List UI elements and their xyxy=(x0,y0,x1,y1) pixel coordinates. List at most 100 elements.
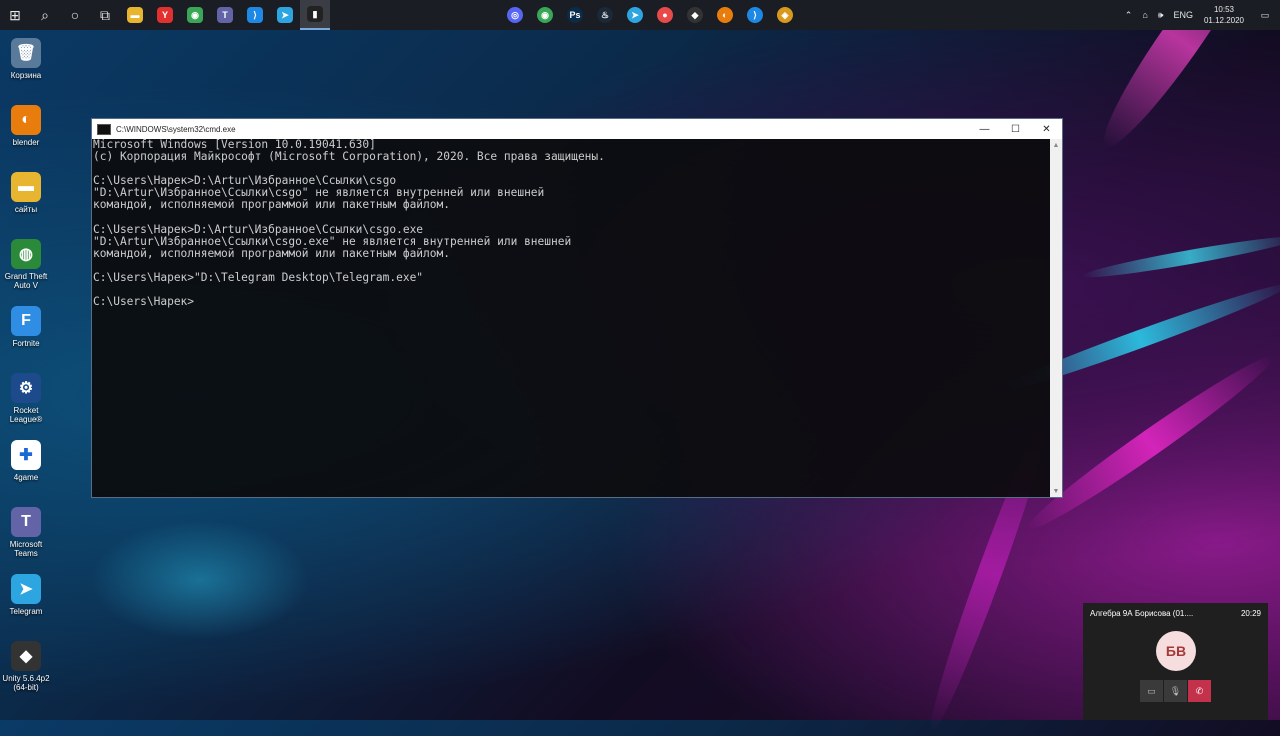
desktop-icon[interactable]: ◐ blender xyxy=(0,103,52,170)
cmd-scrollbar[interactable]: ▲ ▼ xyxy=(1050,139,1062,497)
cmd-window-title: C:\WINDOWS\system32\cmd.exe xyxy=(116,124,236,134)
vscode-app[interactable]: ⟩ xyxy=(240,0,270,30)
call-header: Алгебра 9А Борисова (01.... 20:29 xyxy=(1083,603,1268,618)
search-button-icon: ⌕ xyxy=(41,6,49,23)
console-line: C:\Users\Нарек>D:\Artur\Избранное\Ссылки… xyxy=(93,222,424,236)
cortana-button-icon: ○ xyxy=(70,7,80,23)
desktop-icon-label: 4game xyxy=(13,473,39,482)
desktop-icon-label: Unity 5.6.4p2 (64-bit) xyxy=(2,674,50,692)
desktop-icon[interactable]: 🗑 Корзина xyxy=(0,36,52,103)
desktop-icon-label: blender xyxy=(12,138,40,147)
volume-icon[interactable]: 🕪 xyxy=(1153,10,1169,21)
console-line: C:\Users\Нарек> xyxy=(93,295,195,309)
desktop-icons: 🗑 Корзина ◐ blender ▬ сайты ◍ Grand Theft Auto … xyxy=(0,36,52,706)
desktop-app-icon: 🗑 xyxy=(11,38,41,68)
avatar: БВ xyxy=(1156,631,1196,671)
desktop-icon-label: Fortnite xyxy=(12,339,40,348)
teams-app[interactable]: T xyxy=(210,0,240,30)
scroll-up-icon[interactable]: ▲ xyxy=(1050,139,1062,151)
cmd-window[interactable]: C:\WINDOWS\system32\cmd.exe — ☐ ✕ Micros… xyxy=(91,118,1063,498)
csgo-app[interactable]: ◈ xyxy=(770,0,800,30)
blender-app[interactable]: ◐ xyxy=(710,0,740,30)
blender-app-icon: ◐ xyxy=(717,7,733,23)
chrome-app-icon: ◉ xyxy=(537,7,553,23)
csgo-app-icon: ◈ xyxy=(777,7,793,23)
close-icon[interactable]: ✕ xyxy=(1031,119,1062,139)
desktop-icon-label: Grand Theft Auto V xyxy=(4,272,48,290)
start-button-icon: ⊞ xyxy=(9,6,21,23)
camera-icon[interactable]: ▭ xyxy=(1140,680,1163,702)
lgbt-app-icon: ● xyxy=(657,7,673,23)
hangup-icon[interactable]: ✆ xyxy=(1188,680,1211,702)
wallpaper-splash xyxy=(90,520,310,640)
telegram-app-icon: ➤ xyxy=(277,7,293,23)
desktop-icon[interactable]: ✚ 4game xyxy=(0,438,52,505)
desktop-app-icon: ➤ xyxy=(11,574,41,604)
language-indicator[interactable]: ENG xyxy=(1168,10,1198,20)
console-line: командой, исполняемой программой или пак… xyxy=(93,246,450,260)
cmd-console-output[interactable]: Microsoft Windows [Version 10.0.19041.63… xyxy=(92,139,1050,497)
file-explorer-app-icon: ▬ xyxy=(127,7,143,23)
desktop-icon[interactable]: ◍ Grand Theft Auto V xyxy=(0,237,52,304)
microphone-icon[interactable]: 🎙 xyxy=(1164,680,1187,702)
clock-date: 01.12.2020 xyxy=(1203,16,1244,25)
desktop-app-icon: T xyxy=(11,507,41,537)
scroll-down-icon[interactable]: ▼ xyxy=(1050,485,1062,497)
cmd-app[interactable]: ▮ xyxy=(300,0,330,30)
cmd-titlebar[interactable]: C:\WINDOWS\system32\cmd.exe — ☐ ✕ xyxy=(92,119,1062,139)
desktop-icon[interactable]: ➤ Telegram xyxy=(0,572,52,639)
taskbar: ⊞ ⌕ ○ ⧉ ▬ Y ◉ T ⟩ ➤ ▮ ◎ ◉ Ps ♨ ➤ ● ◆ ◐ ⟩ ◈ ⌃ ⌂ 🕪 ENG 10:53 … xyxy=(0,0,1280,30)
desktop-icon[interactable]: ◆ Unity 5.6.4p2 (64-bit) xyxy=(0,639,52,706)
desktop-icon[interactable]: ⚙ Rocket League® xyxy=(0,371,52,438)
console-line: командой, исполняемой программой или пак… xyxy=(93,198,450,212)
lgbt-app[interactable]: ● xyxy=(650,0,680,30)
cmd-app-icon: ▮ xyxy=(307,6,323,22)
vscode-app[interactable]: ⟩ xyxy=(740,0,770,30)
discord-app-icon: ◎ xyxy=(507,7,523,23)
chrome-app[interactable]: ◉ xyxy=(530,0,560,30)
file-explorer-app[interactable]: ▬ xyxy=(120,0,150,30)
desktop-app-icon: ⚙ xyxy=(11,373,41,403)
chrome-app[interactable]: ◉ xyxy=(180,0,210,30)
call-title: Алгебра 9А Борисова (01.... xyxy=(1090,609,1194,618)
console-line: (c) Корпорация Майкрософт (Microsoft Cor… xyxy=(93,150,605,164)
desktop-icon[interactable]: ▬ сайты xyxy=(0,170,52,237)
start-button[interactable]: ⊞ xyxy=(0,0,30,30)
call-controls: ▭ 🎙 ✆ xyxy=(1140,680,1211,702)
cortana-button[interactable]: ○ xyxy=(60,0,90,30)
notification-center-icon[interactable]: ▭ xyxy=(1250,0,1280,30)
telegram-app[interactable]: ➤ xyxy=(270,0,300,30)
teams-app-icon: T xyxy=(217,7,233,23)
desktop-icon-label: Telegram xyxy=(9,607,43,616)
discord-app[interactable]: ◎ xyxy=(500,0,530,30)
clock[interactable]: 10:53 01.12.2020 xyxy=(1198,4,1250,26)
photoshop-app-icon: Ps xyxy=(567,7,583,23)
task-view-button[interactable]: ⧉ xyxy=(90,0,120,30)
unity-app-icon: ◆ xyxy=(687,7,703,23)
vscode-app-icon: ⟩ xyxy=(247,7,263,23)
search-button[interactable]: ⌕ xyxy=(30,0,60,30)
console-line: C:\Users\Нарек>"D:\Telegram Desktop\Tele… xyxy=(93,271,424,285)
desktop-app-icon: ✚ xyxy=(11,440,41,470)
steam-app[interactable]: ♨ xyxy=(590,0,620,30)
yandex-browser-app[interactable]: Y xyxy=(150,0,180,30)
window-controls: — ☐ ✕ xyxy=(969,119,1062,139)
tray-overflow-chevron-icon[interactable]: ⌃ xyxy=(1120,10,1138,21)
clock-time: 10:53 xyxy=(1213,5,1234,14)
desktop-icon[interactable]: T Microsoft Teams xyxy=(0,505,52,572)
yandex-browser-app-icon: Y xyxy=(157,7,173,23)
maximize-icon[interactable]: ☐ xyxy=(1000,119,1031,139)
desktop-icon[interactable]: F Fortnite xyxy=(0,304,52,371)
cmd-app-icon xyxy=(97,123,111,135)
photoshop-app[interactable]: Ps xyxy=(560,0,590,30)
desktop-icon-label: Microsoft Teams xyxy=(9,540,43,558)
desktop-icon-label: Rocket League® xyxy=(9,406,43,424)
teams-call-window[interactable]: Алгебра 9А Борисова (01.... 20:29 БВ ▭ 🎙… xyxy=(1083,603,1268,720)
unity-app[interactable]: ◆ xyxy=(680,0,710,30)
minimize-icon[interactable]: — xyxy=(969,119,1000,139)
telegram-app[interactable]: ➤ xyxy=(620,0,650,30)
desktop-app-icon: ◆ xyxy=(11,641,41,671)
network-icon[interactable]: ⌂ xyxy=(1137,10,1152,20)
